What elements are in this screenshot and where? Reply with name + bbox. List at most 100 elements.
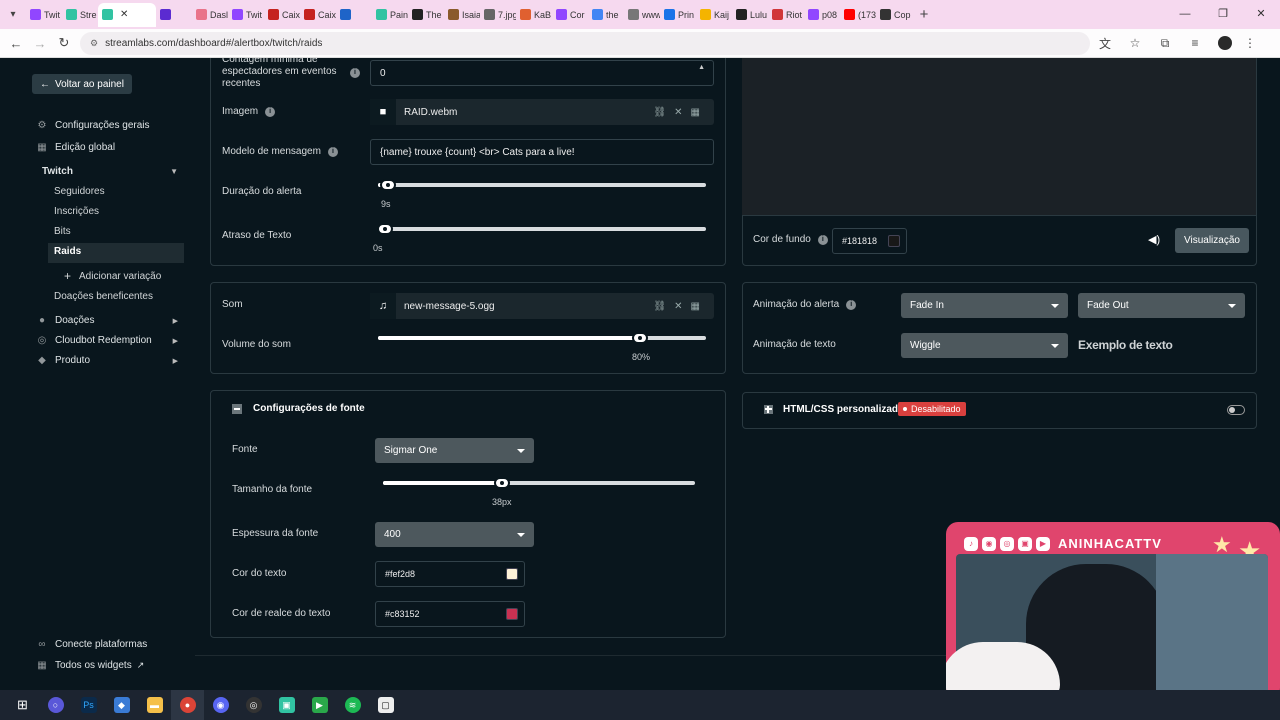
browser-tab[interactable]: Cop [876, 3, 912, 27]
browser-tab[interactable]: p08 [804, 3, 840, 27]
sidebar-connect-platforms[interactable]: ∞ Conecte plataformas [36, 639, 184, 650]
media-app-icon[interactable]: ▶ [303, 690, 336, 720]
close-window-icon[interactable]: ✕ [1242, 0, 1280, 29]
sidebar-item-followers[interactable]: Seguidores [54, 186, 105, 197]
sidebar-all-widgets[interactable]: ▦ Todos os widgets ↗ [36, 660, 184, 671]
text-color-input[interactable]: #fef2d8 [375, 561, 525, 587]
bookmark-star-icon[interactable]: ☆ [1120, 36, 1150, 50]
chrome-icon[interactable]: ● [171, 690, 204, 720]
text-animation-select[interactable]: Wiggle [901, 333, 1068, 358]
alert-duration-slider[interactable] [378, 179, 706, 191]
browser-tab[interactable]: Twit [228, 3, 264, 27]
background-color-swatch[interactable] [888, 235, 900, 247]
sidebar-item-subscriptions[interactable]: Inscrições [54, 206, 99, 217]
font-section-header[interactable]: Configurações de fonte [232, 403, 365, 414]
info-icon[interactable]: i [817, 234, 828, 245]
info-icon[interactable]: i [327, 146, 338, 157]
min-viewers-input[interactable]: 0 ▲ [370, 60, 714, 86]
sidebar-item-charity-donations[interactable]: Doações beneficentes [54, 291, 153, 302]
link-icon[interactable]: ⛓ [653, 301, 674, 312]
browser-tab[interactable] [336, 3, 372, 27]
sidebar-item-twitch[interactable]: Twitch ▼ [42, 166, 184, 177]
browser-tab[interactable]: ✕ [98, 2, 156, 27]
tab-search-icon[interactable]: ▾ [0, 9, 26, 20]
site-info-icon[interactable]: ⚙ [90, 38, 98, 49]
text-color-swatch[interactable] [506, 568, 518, 580]
browser-tab[interactable]: Cor [552, 3, 588, 27]
gallery-icon[interactable]: ▦ [691, 107, 708, 118]
streamlabs-app-icon[interactable]: ▣ [270, 690, 303, 720]
browser-tab[interactable]: KaB [516, 3, 552, 27]
sidebar-item-product[interactable]: ◆ Produto ▶ [36, 355, 184, 366]
animation-out-select[interactable]: Fade Out [1078, 293, 1245, 318]
collapse-icon[interactable] [232, 403, 242, 414]
browser-tab[interactable]: the [588, 3, 624, 27]
highlight-color-input[interactable]: #c83152 [375, 601, 525, 627]
copilot-icon[interactable]: ◆ [105, 690, 138, 720]
sound-file-field[interactable]: ♫ new-message-5.ogg ⛓✕▦ [370, 293, 714, 319]
sidebar-item-cloudbot-redemption[interactable]: ◎ Cloudbot Redemption ▶ [36, 335, 184, 346]
photoshop-icon[interactable]: Ps [72, 690, 105, 720]
slider-handle[interactable] [376, 223, 393, 235]
app-icon[interactable]: ▢ [369, 690, 402, 720]
browser-tab[interactable]: The [408, 3, 444, 27]
link-icon[interactable]: ⛓ [653, 107, 674, 118]
app-icon[interactable]: ○ [39, 690, 72, 720]
browser-tab[interactable]: Kaij [696, 3, 732, 27]
sidebar-item-global-edit[interactable]: ▦ Edição global [36, 142, 184, 153]
highlight-color-swatch[interactable] [506, 608, 518, 620]
message-template-input[interactable]: {name} trouxe {count} <br> Cats para a l… [370, 139, 714, 165]
browser-tab[interactable]: Caix [264, 3, 300, 27]
profile-avatar[interactable] [1218, 36, 1232, 50]
sidebar-item-bits[interactable]: Bits [54, 226, 71, 237]
sidebar-item-raids[interactable]: Raids [54, 246, 81, 257]
text-delay-slider[interactable] [376, 223, 706, 235]
sound-volume-slider[interactable] [378, 332, 706, 344]
discord-app-icon[interactable]: ◉ [204, 690, 237, 720]
spotify-icon[interactable]: ≋ [336, 690, 369, 720]
clear-icon[interactable]: ✕ [674, 301, 690, 312]
obs-icon[interactable]: ◎ [237, 690, 270, 720]
slider-handle[interactable] [493, 477, 510, 489]
browser-tab[interactable]: Isaia [444, 3, 480, 27]
gallery-icon[interactable]: ▦ [691, 301, 708, 312]
browser-tab[interactable] [156, 3, 192, 27]
browser-tab[interactable]: Pain [372, 3, 408, 27]
font-size-slider[interactable] [383, 477, 695, 489]
add-variation-button[interactable]: + Adicionar variação [64, 270, 161, 282]
forward-icon[interactable]: → [28, 36, 52, 51]
browser-tab[interactable]: 7.jpg [480, 3, 516, 27]
browser-tab[interactable]: Caix [300, 3, 336, 27]
browser-tab[interactable]: Stre [62, 3, 98, 27]
minimize-icon[interactable]: — [1166, 0, 1204, 29]
animation-in-select[interactable]: Fade In [901, 293, 1068, 318]
browser-menu-icon[interactable]: ⋮ [1240, 36, 1260, 50]
info-icon[interactable]: i [350, 68, 360, 78]
file-explorer-icon[interactable]: ▬ [138, 690, 171, 720]
browser-tab[interactable]: Riot [768, 3, 804, 27]
windows-start-icon[interactable]: ⊞ [6, 690, 39, 720]
browser-tab[interactable]: Prin [660, 3, 696, 27]
url-field[interactable]: ⚙ streamlabs.com/dashboard#/alertbox/twi… [80, 31, 1090, 55]
preview-button[interactable]: Visualização [1175, 228, 1249, 253]
reload-icon[interactable]: ↻ [52, 35, 76, 51]
slider-handle[interactable] [379, 179, 396, 191]
browser-tab[interactable]: www [624, 3, 660, 27]
new-tab-button[interactable]: + [912, 6, 936, 23]
browser-tab[interactable]: Lulu [732, 3, 768, 27]
tab-close-icon[interactable]: ✕ [120, 9, 128, 20]
expand-icon[interactable] [764, 405, 773, 414]
clear-icon[interactable]: ✕ [674, 107, 690, 118]
media-control-icon[interactable]: ≡ [1180, 36, 1210, 50]
font-weight-select[interactable]: 400 [375, 522, 534, 547]
sidebar-item-general-settings[interactable]: ⚙ Configurações gerais [36, 120, 184, 131]
browser-tab[interactable]: (173 [840, 3, 876, 27]
image-file-field[interactable]: ■ RAID.webm ⛓✕▦ [370, 99, 714, 125]
extensions-icon[interactable]: ⧉ [1150, 36, 1180, 51]
font-family-select[interactable]: Sigmar One [375, 438, 534, 463]
back-to-dashboard-button[interactable]: ← Voltar ao painel [32, 74, 132, 94]
custom-html-toggle[interactable] [1227, 405, 1245, 415]
info-icon[interactable]: i [265, 106, 276, 117]
sidebar-item-donations[interactable]: ● Doações ▶ [36, 315, 184, 326]
stepper-up-icon[interactable]: ▲ [698, 64, 705, 71]
